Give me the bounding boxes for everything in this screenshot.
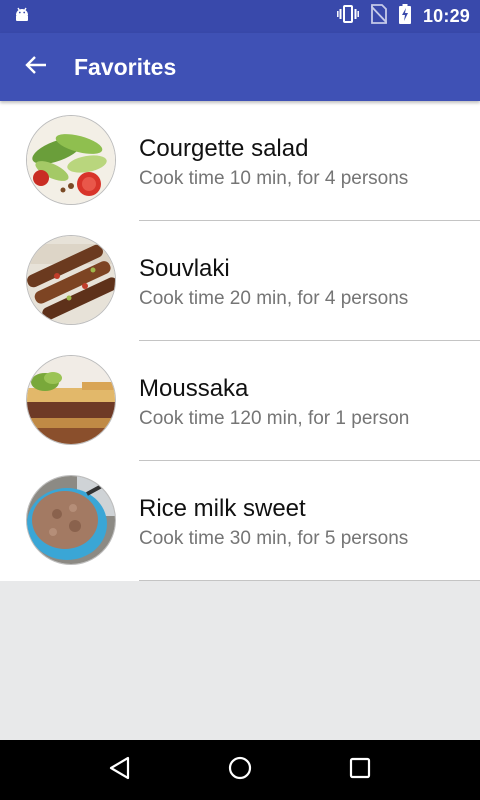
no-sim-icon: [370, 4, 388, 29]
divider: [139, 580, 480, 581]
arrow-back-icon: [25, 55, 47, 80]
list-item[interactable]: Rice milk sweet Cook time 30 min, for 5 …: [0, 461, 480, 581]
system-nav-bar: [0, 740, 480, 800]
list-item[interactable]: Moussaka Cook time 120 min, for 1 person: [0, 341, 480, 461]
list-item[interactable]: Souvlaki Cook time 20 min, for 4 persons: [0, 221, 480, 341]
recipe-title: Courgette salad: [139, 135, 309, 162]
screen: 10:29 Favorites Courgette salad Cook tim…: [0, 0, 480, 800]
nav-recents-button[interactable]: [330, 740, 390, 800]
moussaka-image: [26, 355, 116, 445]
back-triangle-icon: [109, 756, 131, 785]
page-title: Favorites: [74, 53, 177, 80]
recipe-title: Rice milk sweet: [139, 495, 306, 522]
status-time: 10:29: [422, 6, 470, 26]
recents-square-icon: [349, 757, 371, 784]
souvlaki-image: [26, 235, 116, 325]
recipe-title: Moussaka: [139, 375, 249, 402]
app-bar: Favorites: [0, 33, 480, 101]
battery-charging-icon: [398, 4, 411, 29]
back-button[interactable]: [0, 33, 72, 101]
courgette-salad-image: [26, 115, 116, 205]
status-bar: 10:29: [0, 0, 480, 33]
vibrate-icon: [337, 4, 359, 29]
recipe-cook-time: Cook time 30 min, for 5 persons: [139, 528, 409, 549]
recipe-cook-time: Cook time 10 min, for 4 persons: [139, 168, 409, 189]
recipe-cook-time: Cook time 120 min, for 1 person: [139, 408, 410, 429]
nav-back-button[interactable]: [90, 740, 150, 800]
list-item[interactable]: Courgette salad Cook time 10 min, for 4 …: [0, 101, 480, 221]
recipe-title: Souvlaki: [139, 255, 230, 282]
android-icon: [12, 4, 32, 29]
rice-milk-sweet-image: [26, 475, 116, 565]
home-circle-icon: [228, 756, 252, 785]
nav-home-button[interactable]: [210, 740, 270, 800]
recipe-cook-time: Cook time 20 min, for 4 persons: [139, 288, 409, 309]
favorites-list: Courgette salad Cook time 10 min, for 4 …: [0, 101, 480, 581]
